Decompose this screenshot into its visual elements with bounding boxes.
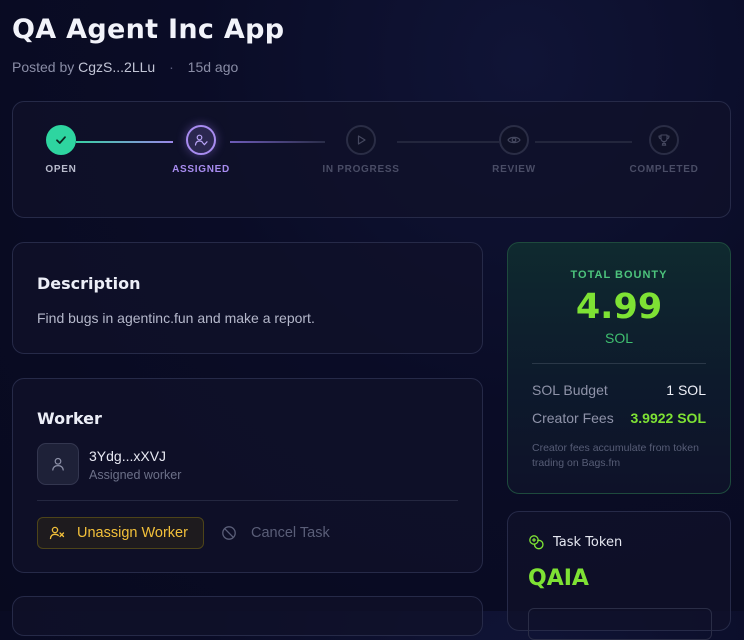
creator-fees-label: Creator Fees [532, 410, 614, 426]
step-in-progress: IN PROGRESS [306, 125, 416, 175]
check-icon [46, 125, 76, 155]
creator-fees-note: Creator fees accumulate from token tradi… [532, 442, 699, 469]
description-text: Find bugs in agentinc.fun and make a rep… [37, 310, 315, 326]
description-card: Description Find bugs in agentinc.fun an… [12, 242, 483, 354]
ban-icon [222, 526, 236, 540]
step-label: OPEN [45, 164, 77, 175]
step-review: REVIEW [459, 125, 569, 175]
author-link[interactable]: CgzS...2LLu [78, 59, 155, 75]
bounty-unit: SOL [604, 330, 633, 346]
divider [37, 500, 458, 501]
posted-by-label: Posted by [12, 59, 75, 75]
creator-fees-row: Creator Fees 3.9922 SOL [532, 410, 706, 426]
sol-budget-value: 1 SOL [666, 382, 706, 398]
bounty-amount: 4.99 [575, 287, 663, 327]
divider [532, 363, 706, 364]
step-label: REVIEW [492, 164, 536, 175]
post-age: 15d ago [187, 59, 239, 75]
worker-card: Worker 3Ydg...xXVJ Assigned worker Unass… [12, 378, 483, 573]
unassign-worker-label: Unassign Worker [77, 525, 188, 541]
step-label: IN PROGRESS [322, 164, 400, 175]
page-title: QA Agent Inc App [12, 14, 285, 45]
user-icon [52, 457, 64, 471]
meta-separator: · [169, 59, 174, 75]
creator-fees-value: 3.9922 SOL [630, 410, 707, 426]
bounty-label: TOTAL BOUNTY [570, 269, 668, 281]
worker-role: Assigned worker [89, 468, 182, 482]
trophy-icon [649, 125, 679, 155]
task-token-header: Task Token [528, 534, 622, 550]
avatar [37, 443, 79, 485]
bounty-card: TOTAL BOUNTY 4.99 SOL SOL Budget 1 SOL C… [507, 242, 731, 494]
step-assigned: ASSIGNED [146, 125, 256, 175]
next-section-card [12, 596, 483, 636]
sol-budget-label: SOL Budget [532, 382, 608, 398]
coins-icon [529, 535, 544, 550]
user-check-icon [186, 125, 216, 155]
token-symbol: QAIA [528, 566, 589, 591]
step-label: COMPLETED [629, 164, 699, 175]
task-token-card: Task Token QAIA [507, 511, 731, 640]
worker-heading: Worker [37, 409, 102, 428]
eye-icon [499, 125, 529, 155]
user-x-icon [49, 526, 65, 540]
task-token-heading: Task Token [553, 534, 623, 550]
token-address-box[interactable] [528, 608, 712, 640]
unassign-worker-button[interactable]: Unassign Worker [37, 517, 204, 549]
step-label: ASSIGNED [172, 164, 230, 175]
post-meta: Posted by CgzS...2LLu · 15d ago [12, 59, 238, 75]
description-heading: Description [37, 274, 141, 293]
play-icon [346, 125, 376, 155]
cancel-task-button[interactable]: Cancel Task [221, 517, 330, 549]
step-completed: COMPLETED [609, 125, 719, 175]
task-progress-stepper: OPEN ASSIGNED IN PROGRESS REVIEW COMPLET… [12, 101, 731, 218]
worker-address[interactable]: 3Ydg...xXVJ [89, 448, 166, 464]
sol-budget-row: SOL Budget 1 SOL [532, 382, 706, 398]
step-open: OPEN [6, 125, 116, 175]
cancel-task-label: Cancel Task [251, 525, 330, 541]
